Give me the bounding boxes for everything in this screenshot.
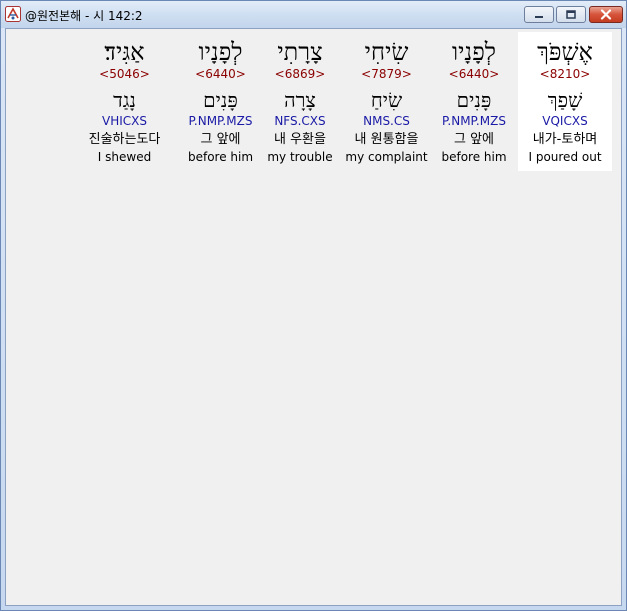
root-word: שִׂיחַ [370,88,403,112]
morphology-code[interactable]: NMS.CS [339,114,434,129]
close-button[interactable] [589,6,623,23]
korean-gloss: 내가-토하며 [532,132,598,147]
root-word: שָׁפַךְ [547,88,583,112]
word-column[interactable]: צָרָתִי <6869> צָרָה NFS.CXS 내 우환을 my tr… [261,32,339,171]
hebrew-word: אֶשְׁפֹּךְ [537,38,593,66]
korean-gloss: 내 우환을 [274,132,326,147]
root-word: נָגַד [113,88,136,112]
morphology-code[interactable]: VQICXS [518,114,612,129]
hebrew-word: לְפָנָיו [198,38,243,66]
root-word: פָּנִים [456,88,492,112]
close-icon [600,9,612,20]
korean-gloss: 그 앞에 [453,132,494,147]
hebrew-word: שִׂיחִי [364,38,409,66]
minimize-button[interactable] [524,6,554,23]
hebrew-word: לְפָנָיו [451,38,497,66]
english-gloss: I poured out [528,150,602,164]
root-word: צָרָה [284,88,316,112]
morphology-code[interactable]: VHICXS [77,114,172,129]
morphology-code[interactable]: P.NMP.MZS [178,114,263,129]
english-gloss: I shewed [97,150,152,164]
word-column-selected[interactable]: אֶשְׁפֹּךְ <8210> שָׁפַךְ VQICXS 내가-토하며 … [518,32,612,171]
english-gloss: my trouble [267,150,333,164]
hebrew-word: אַגִּיד׃ [104,38,145,66]
word-column[interactable]: לְפָנָיו <6440> פָּנִים P.NMP.MZS 그 앞에 b… [432,32,516,171]
korean-gloss: 진술하는도다 [88,132,161,147]
strong-number[interactable]: <6440> [178,67,263,82]
app-icon [5,6,21,22]
window-title: @원전본해 - 시 142:2 [25,9,143,23]
strong-number[interactable]: <8210> [518,67,612,82]
english-gloss: my complaint [345,150,428,164]
word-column[interactable]: אַגִּיד׃ <5046> נָגַד VHICXS 진술하는도다 I sh… [77,32,172,171]
word-column[interactable]: שִׂיחִי <7879> שִׂיחַ NMS.CS 내 원통함을 my c… [339,32,434,171]
strong-number[interactable]: <6440> [432,67,516,82]
morphology-code[interactable]: P.NMP.MZS [432,114,516,129]
interlinear-panel: אַגִּיד׃ <5046> נָגַד VHICXS 진술하는도다 I sh… [5,28,622,606]
english-gloss: before him [187,150,254,164]
english-gloss: before him [441,150,507,164]
strong-number[interactable]: <7879> [339,67,434,82]
word-column[interactable]: לְפָנָיו <6440> פָּנִים P.NMP.MZS 그 앞에 b… [178,32,263,171]
strong-number[interactable]: <5046> [77,67,172,82]
strong-number[interactable]: <6869> [261,67,339,82]
korean-gloss: 내 원통함을 [354,132,419,147]
korean-gloss: 그 앞에 [200,132,241,147]
maximize-button[interactable] [556,6,586,23]
root-word: פָּנִים [203,88,238,112]
minimize-icon [535,15,543,18]
app-window: @원전본해 - 시 142:2 אַגִּיד׃ <5046> נָגַד VH… [0,0,627,611]
title-bar[interactable]: @원전본해 - 시 142:2 [1,1,626,28]
morphology-code[interactable]: NFS.CXS [261,114,339,129]
hebrew-word: צָרָתִי [277,38,323,66]
maximize-icon [566,9,576,19]
